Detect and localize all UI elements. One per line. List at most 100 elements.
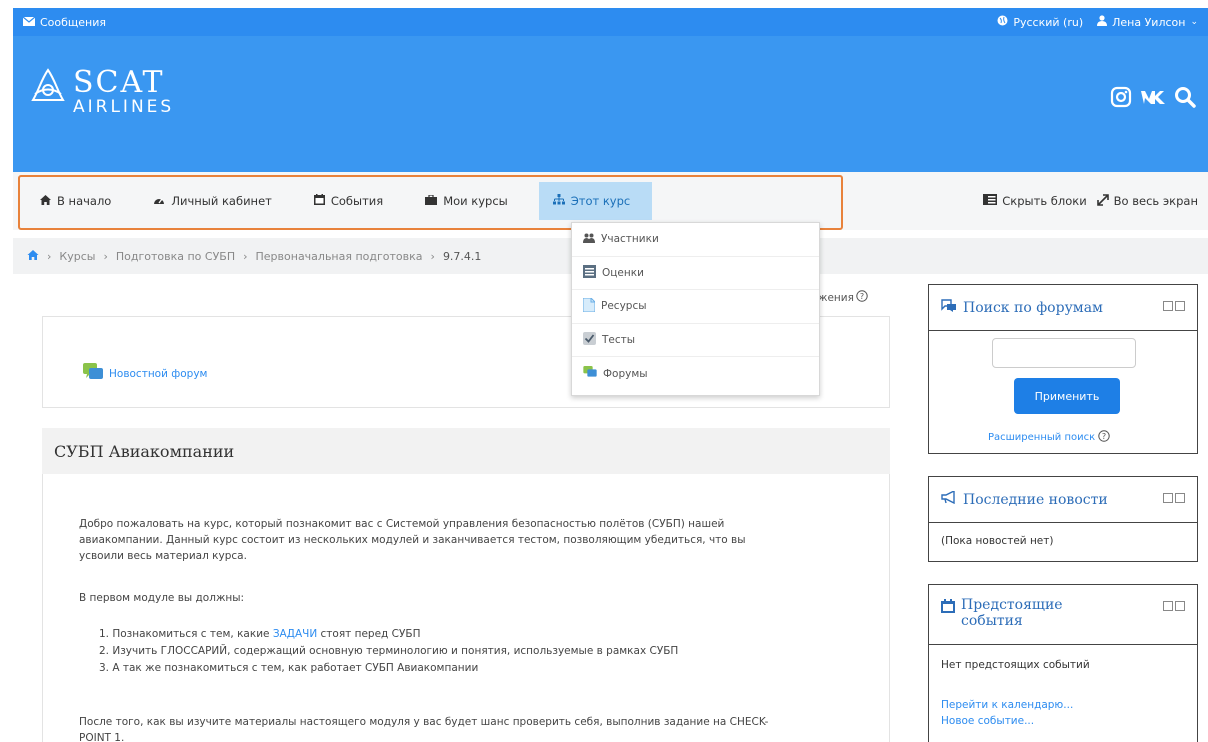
calendar-icon [313,194,325,208]
news-forum-label: Новостной форум [109,367,208,380]
breadcrumb-item-courses[interactable]: Курсы [59,250,95,263]
forum-search-input[interactable] [992,338,1136,368]
svg-text:?: ? [1102,432,1106,441]
layout-icon [983,194,998,208]
list-item: 1. Познакомиться с тем, какие ЗАДАЧИ сто… [99,626,678,643]
advanced-search-link[interactable]: Расширенный поиск ? [988,430,1110,445]
block-header: Последние новости [929,477,1197,523]
section-title: СУБП Авиакомпании [42,428,890,474]
forum-icon [83,363,103,384]
user-menu[interactable]: Лена Уилсон ⌄ [1097,15,1198,29]
block-title: события [961,613,1023,629]
list-item: 3. А так же познакомиться с тем, как раб… [99,662,479,674]
nav-item-home[interactable]: В начало [31,182,120,220]
nav-item-events[interactable]: События [305,182,392,220]
language-menu[interactable]: Русский (ru) [997,15,1083,29]
dropdown-item-label: Форумы [603,367,648,380]
breadcrumb-item-subcategory[interactable]: Первоначальная подготовка [256,250,423,263]
forum-search-block: Поиск по форумам [928,284,1198,454]
goto-calendar-link[interactable]: Перейти к календарю... [941,699,1073,711]
nav-item-label: Личный кабинет [171,194,272,208]
dropdown-item-grades[interactable]: Оценки [572,257,819,290]
expand-icon [1096,193,1109,209]
nav-item-dashboard[interactable]: Личный кабинет [144,182,281,220]
module-task-list: 1. Познакомиться с тем, какие ЗАДАЧИ сто… [99,626,678,677]
language-label: Русский (ru) [1013,15,1084,29]
breadcrumb-separator: › [103,249,108,263]
search-icon[interactable] [1174,86,1196,108]
hide-blocks-button[interactable]: Скрыть блоки [983,194,1087,208]
grades-icon [583,264,596,281]
new-event-link[interactable]: Новое событие... [941,715,1034,727]
scat-logo[interactable]: SCAT AIRLINES [29,68,174,116]
messages-label: Сообщения [40,15,107,29]
nav-item-label: Мои курсы [443,194,508,208]
tasks-link[interactable]: ЗАДАЧИ [273,628,317,640]
quiz-icon [583,331,596,348]
breadcrumb-item-category[interactable]: Подготовка по СУБП [116,250,235,263]
events-empty-text: Нет предстоящих событий [941,659,1090,671]
breadcrumb-separator: › [47,249,52,263]
envelope-icon [22,16,36,29]
news-forum-link[interactable]: Новостной форум [83,363,207,384]
dropdown-item-resources[interactable]: Ресурсы [572,290,819,324]
nav-item-label: Этот курс [570,194,631,208]
home-icon [40,194,51,208]
user-icon [1097,15,1108,29]
breadcrumb-separator: › [243,249,248,263]
vk-icon[interactable] [1140,89,1166,105]
site-header: SCAT AIRLINES [13,36,1208,172]
breadcrumb-item-current[interactable]: 9.7.4.1 [443,250,481,263]
top-bar: Сообщения Русский (ru) Лена Уилсон ⌄ [13,8,1208,36]
dropdown-item-participants[interactable]: Участники [572,223,819,257]
list-item-text: 1. Познакомиться с тем, какие [99,628,273,640]
dock-icon[interactable] [1175,493,1185,503]
home-icon[interactable] [27,249,39,263]
collapse-icon[interactable] [1163,601,1173,611]
help-icon[interactable]: ? [856,290,868,305]
after-line: POINT 1. [79,732,125,742]
intro-line: авиакомпании. Данный курс состоит из нес… [79,534,746,546]
block-title: Предстоящие [961,597,1063,613]
dock-icon[interactable] [1175,601,1185,611]
list-item-text: стоят перед СУБП [317,628,421,640]
sitemap-icon [552,194,565,208]
nav-item-this-course[interactable]: Этот курс [538,182,653,220]
instagram-icon[interactable] [1110,86,1132,108]
upcoming-events-block: Предстоящие события Нет предстоящих собы… [928,584,1198,742]
briefcase-icon [425,194,438,208]
dropdown-item-label: Ресурсы [601,300,647,313]
fullscreen-button[interactable]: Во весь экран [1096,193,1198,209]
news-empty-text: (Пока новостей нет) [941,535,1054,547]
social-links [1110,86,1196,108]
dropdown-item-forums[interactable]: Форумы [572,357,819,391]
forum-icon [583,366,597,381]
block-controls[interactable] [1163,301,1185,311]
block-title: Последние новости [963,491,1108,508]
comments-icon [941,299,957,316]
edit-hint: жения ? [818,290,868,305]
after-paragraph: После того, как вы изучите материалы нас… [79,714,859,742]
block-controls[interactable] [1163,493,1185,503]
block-header: Предстоящие события [929,585,1197,645]
help-icon[interactable]: ? [1098,430,1110,445]
collapse-icon[interactable] [1163,301,1173,311]
apply-button[interactable]: Применить [1014,378,1120,414]
svg-text:?: ? [860,292,864,301]
collapse-icon[interactable] [1163,493,1173,503]
intro-paragraph: Добро пожаловать на курс, который познак… [79,516,859,564]
nav-item-label: События [330,194,384,208]
user-name: Лена Уилсон [1112,15,1186,29]
block-controls[interactable] [1163,601,1185,611]
globe-icon [997,15,1008,29]
block-header: Поиск по форумам [929,285,1197,331]
dock-icon[interactable] [1175,301,1185,311]
users-icon [583,233,595,246]
dropdown-item-label: Оценки [602,266,644,279]
messages-link[interactable]: Сообщения [22,15,107,29]
dropdown-item-quizzes[interactable]: Тесты [572,324,819,357]
nav-item-my-courses[interactable]: Мои курсы [416,182,517,220]
dropdown-item-label: Участники [601,233,659,246]
file-icon [582,297,596,315]
latest-news-block: Последние новости (Пока новостей нет) [928,476,1198,562]
